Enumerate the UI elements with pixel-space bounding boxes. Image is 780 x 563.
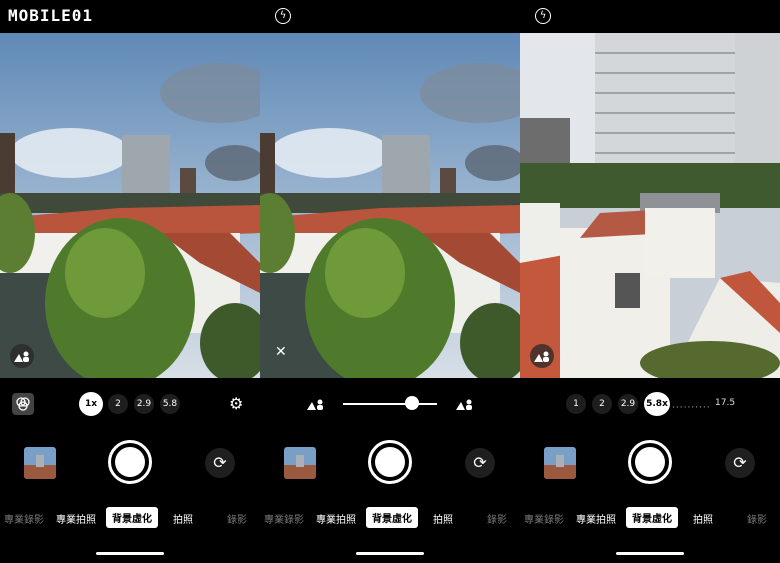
gear-icon[interactable]: ⚙	[229, 394, 243, 413]
portrait-blur-icon[interactable]	[530, 344, 554, 368]
capture-controls: ⟳	[260, 438, 520, 488]
capture-controls: ⟳	[0, 438, 260, 488]
close-icon[interactable]: ✕	[275, 344, 287, 360]
flip-camera-icon[interactable]: ⟳	[205, 448, 235, 478]
camera-panel-standard: MOBILE01 1x 2 2.9 5.8 ⚙ ⟳ 專業錄影 專業拍照 背景虛化…	[0, 0, 260, 563]
blur-slider-track[interactable]	[343, 403, 437, 405]
mode-selector: 專業錄影 專業拍照 背景虛化 拍照 錄影	[520, 507, 780, 531]
mode-photo-pro[interactable]: 專業拍照	[316, 511, 356, 526]
portrait-blur-icon	[307, 399, 323, 410]
zoom-option-2[interactable]: 2	[592, 394, 612, 414]
home-indicator[interactable]	[96, 552, 164, 555]
zoom-option-2-9[interactable]: 2.9	[134, 394, 154, 414]
viewfinder-scene	[0, 33, 260, 378]
flash-off-icon[interactable]: ϟ	[535, 8, 551, 24]
top-bar: MOBILE01	[0, 0, 260, 32]
blur-slider-thumb[interactable]	[405, 396, 419, 410]
viewfinder[interactable]	[520, 33, 780, 378]
mode-photo[interactable]: 拍照	[693, 511, 713, 526]
mode-video[interactable]: 錄影	[227, 511, 247, 526]
mode-photo-pro[interactable]: 專業拍照	[56, 511, 96, 526]
mode-photo-pro[interactable]: 專業拍照	[576, 511, 616, 526]
zoom-option-2[interactable]: 2	[108, 394, 128, 414]
camera-panel-zoom: ϟ 1 2 2.9 5.8x ·········· 17.5 ⟳ 專業錄影 專業…	[520, 0, 780, 563]
home-indicator[interactable]	[356, 552, 424, 555]
mode-bokeh[interactable]: 背景虛化	[626, 507, 678, 528]
gallery-thumbnail[interactable]	[24, 447, 56, 479]
viewfinder-scene	[260, 33, 520, 378]
mode-bokeh[interactable]: 背景虛化	[366, 507, 418, 528]
mode-video-pro[interactable]: 專業錄影	[524, 511, 564, 526]
mode-photo[interactable]: 拍照	[173, 511, 193, 526]
zoom-option-2-9[interactable]: 2.9	[618, 394, 638, 414]
mode-selector: 專業錄影 專業拍照 背景虛化 拍照 錄影	[260, 507, 520, 531]
capture-controls: ⟳	[520, 438, 780, 488]
top-bar: ϟ	[520, 0, 780, 32]
viewfinder[interactable]	[0, 33, 260, 378]
zoom-option-1[interactable]: 1	[566, 394, 586, 414]
mode-bokeh[interactable]: 背景虛化	[106, 507, 158, 528]
zoom-option-1x[interactable]: 1x	[79, 392, 103, 416]
shutter-button[interactable]	[368, 440, 412, 484]
zoom-option-5-8[interactable]: 5.8	[160, 394, 180, 414]
top-bar: ϟ	[260, 0, 520, 32]
blur-slider-row	[260, 390, 520, 418]
viewfinder[interactable]	[260, 33, 520, 378]
viewfinder-scene	[520, 33, 780, 378]
shutter-button[interactable]	[628, 440, 672, 484]
mode-video[interactable]: 錄影	[747, 511, 767, 526]
gallery-thumbnail[interactable]	[544, 447, 576, 479]
portrait-blur-icon	[456, 399, 472, 410]
mode-selector: 專業錄影 專業拍照 背景虛化 拍照 錄影	[0, 507, 260, 531]
mode-video[interactable]: 錄影	[487, 511, 507, 526]
shutter-button[interactable]	[108, 440, 152, 484]
zoom-scale-dots[interactable]: ··········	[672, 403, 711, 413]
filter-icon[interactable]	[12, 393, 34, 415]
zoom-option-5-8x[interactable]: 5.8x	[644, 392, 670, 416]
zoom-row: 1x 2 2.9 5.8 ⚙	[0, 390, 260, 418]
flip-camera-icon[interactable]: ⟳	[465, 448, 495, 478]
flash-off-icon[interactable]: ϟ	[275, 8, 291, 24]
watermark-logo: MOBILE01	[8, 6, 94, 25]
zoom-row: 1 2 2.9 5.8x ·········· 17.5	[520, 390, 780, 418]
mode-video-pro[interactable]: 專業錄影	[264, 511, 304, 526]
mode-photo[interactable]: 拍照	[433, 511, 453, 526]
home-indicator[interactable]	[616, 552, 684, 555]
camera-panel-blur-adjust: ϟ ✕ ⟳ 專業錄影 專業拍照 背景虛化 拍照 錄影	[260, 0, 520, 563]
flip-camera-icon[interactable]: ⟳	[725, 448, 755, 478]
portrait-blur-icon[interactable]	[10, 344, 34, 368]
zoom-max-label: 17.5	[715, 398, 736, 408]
mode-video-pro[interactable]: 專業錄影	[4, 511, 44, 526]
gallery-thumbnail[interactable]	[284, 447, 316, 479]
